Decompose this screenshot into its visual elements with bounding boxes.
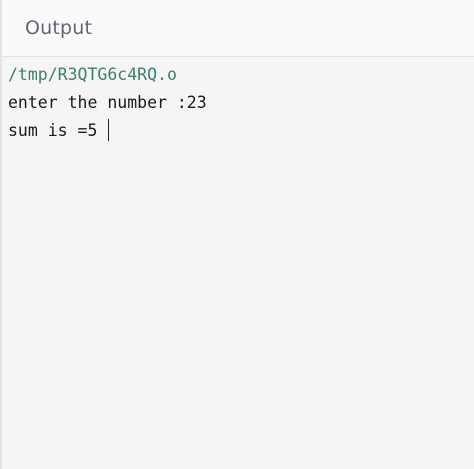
output-panel: Output /tmp/R3QTG6c4RQ.o enter the numbe… [0,0,474,469]
output-header: Output [2,0,474,57]
executable-path: /tmp/R3QTG6c4RQ.o [8,65,177,84]
output-title: Output [25,17,93,39]
console-output[interactable]: /tmp/R3QTG6c4RQ.o enter the number :23 s… [2,57,474,145]
text-cursor [108,119,110,141]
console-line: enter the number :23 [8,93,207,112]
console-line-with-cursor: sum is =5 [8,117,474,145]
console-line-text: sum is =5 [8,121,108,140]
